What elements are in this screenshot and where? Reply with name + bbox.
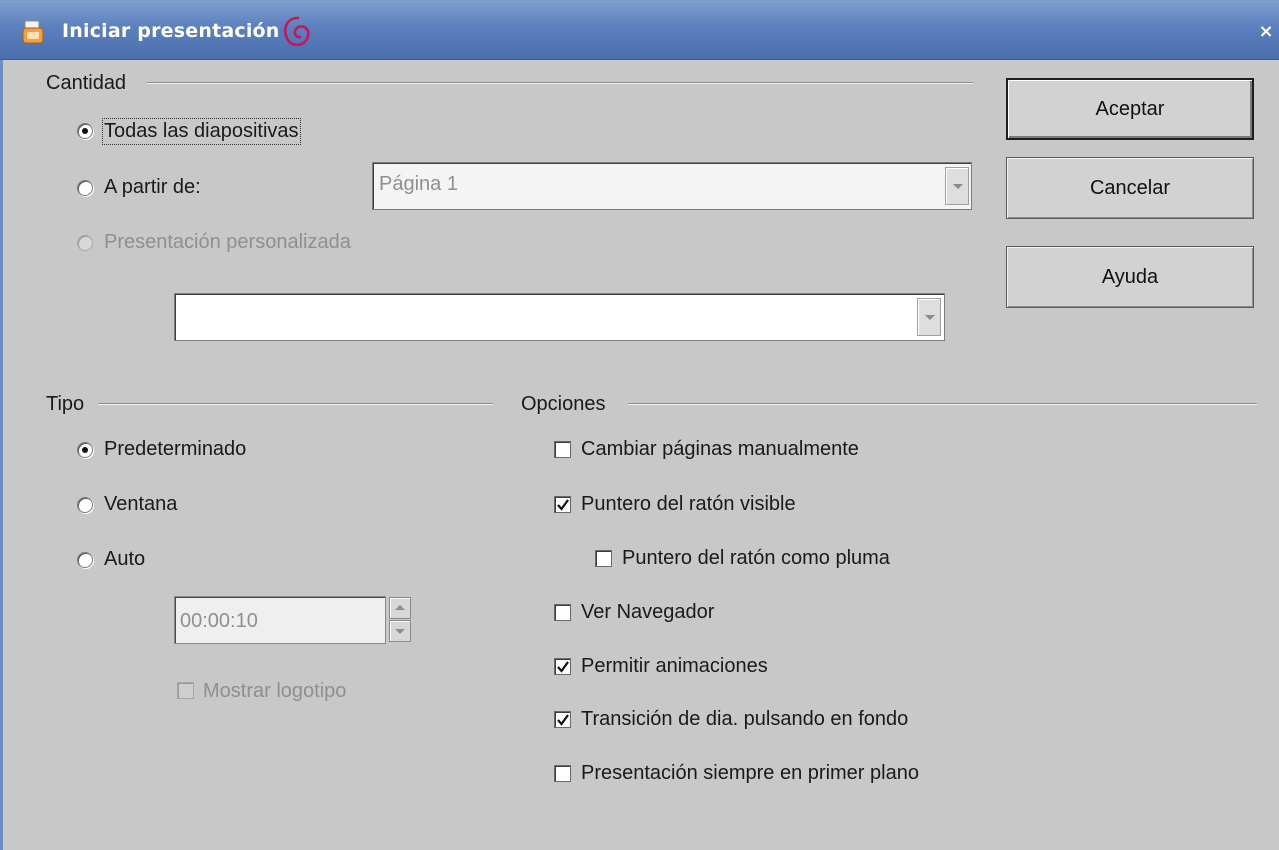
- radio-predeterminado[interactable]: [77, 442, 93, 458]
- window-title: Iniciar presentación: [62, 20, 280, 42]
- ayuda-button[interactable]: Ayuda: [1006, 246, 1254, 308]
- custom-show-dropdown[interactable]: [174, 293, 945, 341]
- check-icon: [557, 714, 569, 726]
- radio-auto-label[interactable]: Auto: [104, 548, 145, 571]
- from-page-value: Página 1: [379, 173, 458, 195]
- checkbox-puntero-pluma[interactable]: [595, 550, 612, 567]
- pause-duration-value: 00:00:10: [180, 610, 258, 632]
- title-bar[interactable]: Iniciar presentación ×: [0, 0, 1279, 60]
- checkbox-siempre-primer-plano[interactable]: [554, 765, 571, 782]
- checkbox-mostrar-logotipo[interactable]: [177, 682, 194, 699]
- impress-app-icon: [22, 20, 44, 44]
- spin-down-icon[interactable]: [389, 620, 411, 642]
- checkbox-transicion-fondo[interactable]: [554, 711, 571, 728]
- checkbox-puntero-visible[interactable]: [554, 496, 571, 513]
- radio-presentacion-personalizada-label[interactable]: Presentación personalizada: [104, 231, 351, 254]
- cantidad-heading: Cantidad: [46, 72, 127, 94]
- window-left-border: [0, 60, 8, 850]
- checkbox-ver-navegador[interactable]: [554, 604, 571, 621]
- tipo-heading: Tipo: [46, 393, 85, 415]
- checkbox-cambiar-paginas[interactable]: [554, 441, 571, 458]
- radio-a-partir-de[interactable]: [77, 180, 93, 196]
- pause-duration-field[interactable]: 00:00:10: [174, 596, 386, 644]
- checkbox-mostrar-logotipo-label[interactable]: Mostrar logotipo: [203, 680, 346, 703]
- radio-a-partir-de-label[interactable]: A partir de:: [104, 176, 201, 199]
- close-icon[interactable]: ×: [1256, 22, 1276, 42]
- checkbox-puntero-pluma-label[interactable]: Puntero del ratón como pluma: [622, 547, 890, 570]
- radio-todas-diapositivas[interactable]: [77, 123, 93, 139]
- checkbox-transicion-fondo-label[interactable]: Transición de dia. pulsando en fondo: [581, 708, 908, 731]
- window-right-border: [1272, 60, 1279, 850]
- tipo-separator: [98, 403, 493, 405]
- checkbox-ver-navegador-label[interactable]: Ver Navegador: [581, 601, 714, 624]
- chevron-down-icon[interactable]: [917, 298, 941, 336]
- checkbox-siempre-primer-plano-label[interactable]: Presentación siempre en primer plano: [581, 762, 919, 785]
- opciones-heading: Opciones: [521, 393, 606, 415]
- checkbox-cambiar-paginas-label[interactable]: Cambiar páginas manualmente: [581, 438, 859, 461]
- cantidad-separator: [147, 82, 973, 84]
- checkbox-permitir-animaciones-label[interactable]: Permitir animaciones: [581, 655, 768, 678]
- radio-predeterminado-label[interactable]: Predeterminado: [104, 438, 246, 461]
- spin-up-icon[interactable]: [389, 597, 411, 619]
- radio-ventana-label[interactable]: Ventana: [104, 493, 177, 516]
- radio-presentacion-personalizada[interactable]: [77, 235, 93, 251]
- check-icon: [557, 499, 569, 511]
- checkbox-puntero-visible-label[interactable]: Puntero del ratón visible: [581, 493, 796, 516]
- debian-swirl-icon: [278, 12, 314, 52]
- from-page-dropdown[interactable]: Página 1: [372, 162, 972, 210]
- chevron-down-icon[interactable]: [945, 167, 969, 205]
- opciones-separator: [628, 403, 1257, 405]
- radio-auto[interactable]: [77, 552, 93, 568]
- checkbox-permitir-animaciones[interactable]: [554, 658, 571, 675]
- check-icon: [557, 661, 569, 673]
- radio-ventana[interactable]: [77, 497, 93, 513]
- aceptar-button[interactable]: Aceptar: [1006, 78, 1254, 140]
- radio-todas-diapositivas-label[interactable]: Todas las diapositivas: [102, 118, 301, 145]
- cancelar-button[interactable]: Cancelar: [1006, 157, 1254, 219]
